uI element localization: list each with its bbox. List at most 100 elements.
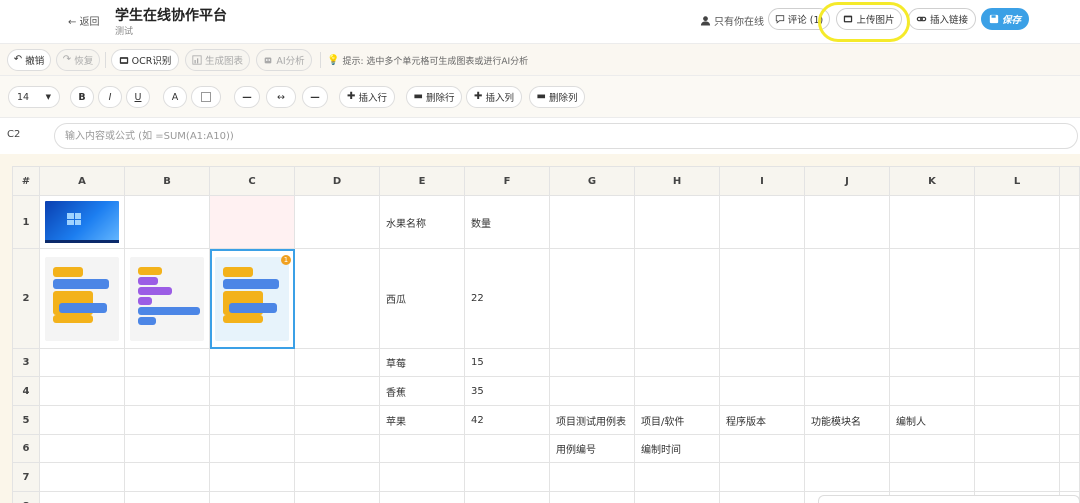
cell-c1[interactable] xyxy=(209,195,295,249)
cell-f6[interactable] xyxy=(464,434,550,463)
delete-column-button[interactable]: ▬ 删除列 xyxy=(529,86,585,108)
cell-h8[interactable] xyxy=(634,491,720,503)
cell-i8[interactable] xyxy=(719,491,805,503)
column-header[interactable]: F xyxy=(464,166,550,196)
scratch-code-image[interactable] xyxy=(130,256,204,341)
cell-l6[interactable] xyxy=(974,434,1060,463)
column-header[interactable]: H xyxy=(634,166,720,196)
align-center-button[interactable]: ↔ xyxy=(266,86,296,108)
row-header[interactable]: 4 xyxy=(12,376,40,406)
cell-e2[interactable]: 西瓜 xyxy=(379,248,465,349)
cell-k6[interactable] xyxy=(889,434,975,463)
cell-d6[interactable] xyxy=(294,434,380,463)
bold-button[interactable]: B xyxy=(70,86,94,108)
ai-analysis-button[interactable]: AI分析 xyxy=(256,49,312,71)
cell-j1[interactable] xyxy=(804,195,890,249)
row-header[interactable]: 5 xyxy=(12,405,40,435)
cell-g3[interactable] xyxy=(549,348,635,377)
cell-g2[interactable] xyxy=(549,248,635,349)
cell-g5[interactable]: 项目测试用例表 xyxy=(549,405,635,435)
fill-color-button[interactable] xyxy=(191,86,221,108)
cell-f3[interactable]: 15 xyxy=(464,348,550,377)
cell-i3[interactable] xyxy=(719,348,805,377)
cell-e4[interactable]: 香蕉 xyxy=(379,376,465,406)
cell-m3[interactable] xyxy=(1059,348,1080,377)
save-button[interactable]: 保存 xyxy=(981,8,1029,30)
cell-j4[interactable] xyxy=(804,376,890,406)
row-header[interactable]: 8 xyxy=(12,491,40,503)
cell-f2[interactable]: 22 xyxy=(464,248,550,349)
cell-m4[interactable] xyxy=(1059,376,1080,406)
cell-e3[interactable]: 草莓 xyxy=(379,348,465,377)
cell-a5[interactable] xyxy=(39,405,125,435)
scratch-code-image[interactable] xyxy=(45,256,119,341)
cell-e8[interactable] xyxy=(379,491,465,503)
cell-f8[interactable] xyxy=(464,491,550,503)
cell-h6[interactable]: 编制时间 xyxy=(634,434,720,463)
cell-k7[interactable] xyxy=(889,462,975,492)
cell-m6[interactable] xyxy=(1059,434,1080,463)
cell-b4[interactable] xyxy=(124,376,210,406)
cell-j3[interactable] xyxy=(804,348,890,377)
cell-b7[interactable] xyxy=(124,462,210,492)
cell-i6[interactable] xyxy=(719,434,805,463)
cell-j2[interactable] xyxy=(804,248,890,349)
upload-image-button[interactable]: 上传图片 xyxy=(836,8,902,30)
cell-c2[interactable]: 1 xyxy=(209,248,295,349)
cell-b8[interactable] xyxy=(124,491,210,503)
cell-h7[interactable] xyxy=(634,462,720,492)
column-header[interactable]: I xyxy=(719,166,805,196)
formula-input[interactable] xyxy=(54,123,1078,149)
column-header[interactable]: J xyxy=(804,166,890,196)
cell-i2[interactable] xyxy=(719,248,805,349)
cell-j7[interactable] xyxy=(804,462,890,492)
ocr-button[interactable]: OCR识别 xyxy=(111,49,179,71)
cell-c5[interactable] xyxy=(209,405,295,435)
cell-d1[interactable] xyxy=(294,195,380,249)
cell-b2[interactable] xyxy=(124,248,210,349)
cell-h1[interactable] xyxy=(634,195,720,249)
cell-d3[interactable] xyxy=(294,348,380,377)
cell-m1[interactable] xyxy=(1059,195,1080,249)
italic-button[interactable]: I xyxy=(98,86,122,108)
cell-k2[interactable] xyxy=(889,248,975,349)
cell-j5[interactable]: 功能模块名 xyxy=(804,405,890,435)
cell-e1[interactable]: 水果名称 xyxy=(379,195,465,249)
cell-j6[interactable] xyxy=(804,434,890,463)
cell-h5[interactable]: 项目/软件 xyxy=(634,405,720,435)
comment-count-badge[interactable]: 1 xyxy=(281,254,291,265)
back-link[interactable]: ← 返回 xyxy=(68,13,100,28)
cell-l1[interactable] xyxy=(974,195,1060,249)
cell-b6[interactable] xyxy=(124,434,210,463)
cell-f5[interactable]: 42 xyxy=(464,405,550,435)
cell-k1[interactable] xyxy=(889,195,975,249)
cell-k3[interactable] xyxy=(889,348,975,377)
cell-d4[interactable] xyxy=(294,376,380,406)
cell-c6[interactable] xyxy=(209,434,295,463)
cell-f4[interactable]: 35 xyxy=(464,376,550,406)
cell-g6[interactable]: 用例编号 xyxy=(549,434,635,463)
scratch-code-image[interactable]: 1 xyxy=(215,254,291,341)
insert-row-button[interactable]: ✚ 插入行 xyxy=(339,86,395,108)
row-header[interactable]: 3 xyxy=(12,348,40,377)
column-header[interactable]: G xyxy=(549,166,635,196)
underline-button[interactable]: U xyxy=(126,86,150,108)
cell-e6[interactable] xyxy=(379,434,465,463)
cell-d8[interactable] xyxy=(294,491,380,503)
cell-b5[interactable] xyxy=(124,405,210,435)
cell-d5[interactable] xyxy=(294,405,380,435)
cell-d2[interactable] xyxy=(294,248,380,349)
cell-b1[interactable] xyxy=(124,195,210,249)
cell-m5[interactable] xyxy=(1059,405,1080,435)
cell-g7[interactable] xyxy=(549,462,635,492)
cell-l2[interactable] xyxy=(974,248,1060,349)
cell-e7[interactable] xyxy=(379,462,465,492)
cell-e5[interactable]: 苹果 xyxy=(379,405,465,435)
cell-h3[interactable] xyxy=(634,348,720,377)
column-header[interactable]: L xyxy=(974,166,1060,196)
cell-b3[interactable] xyxy=(124,348,210,377)
row-header[interactable]: 6 xyxy=(12,434,40,463)
row-header[interactable]: 7 xyxy=(12,462,40,492)
cell-k5[interactable]: 编制人 xyxy=(889,405,975,435)
windows-screenshot-image[interactable] xyxy=(45,201,119,243)
